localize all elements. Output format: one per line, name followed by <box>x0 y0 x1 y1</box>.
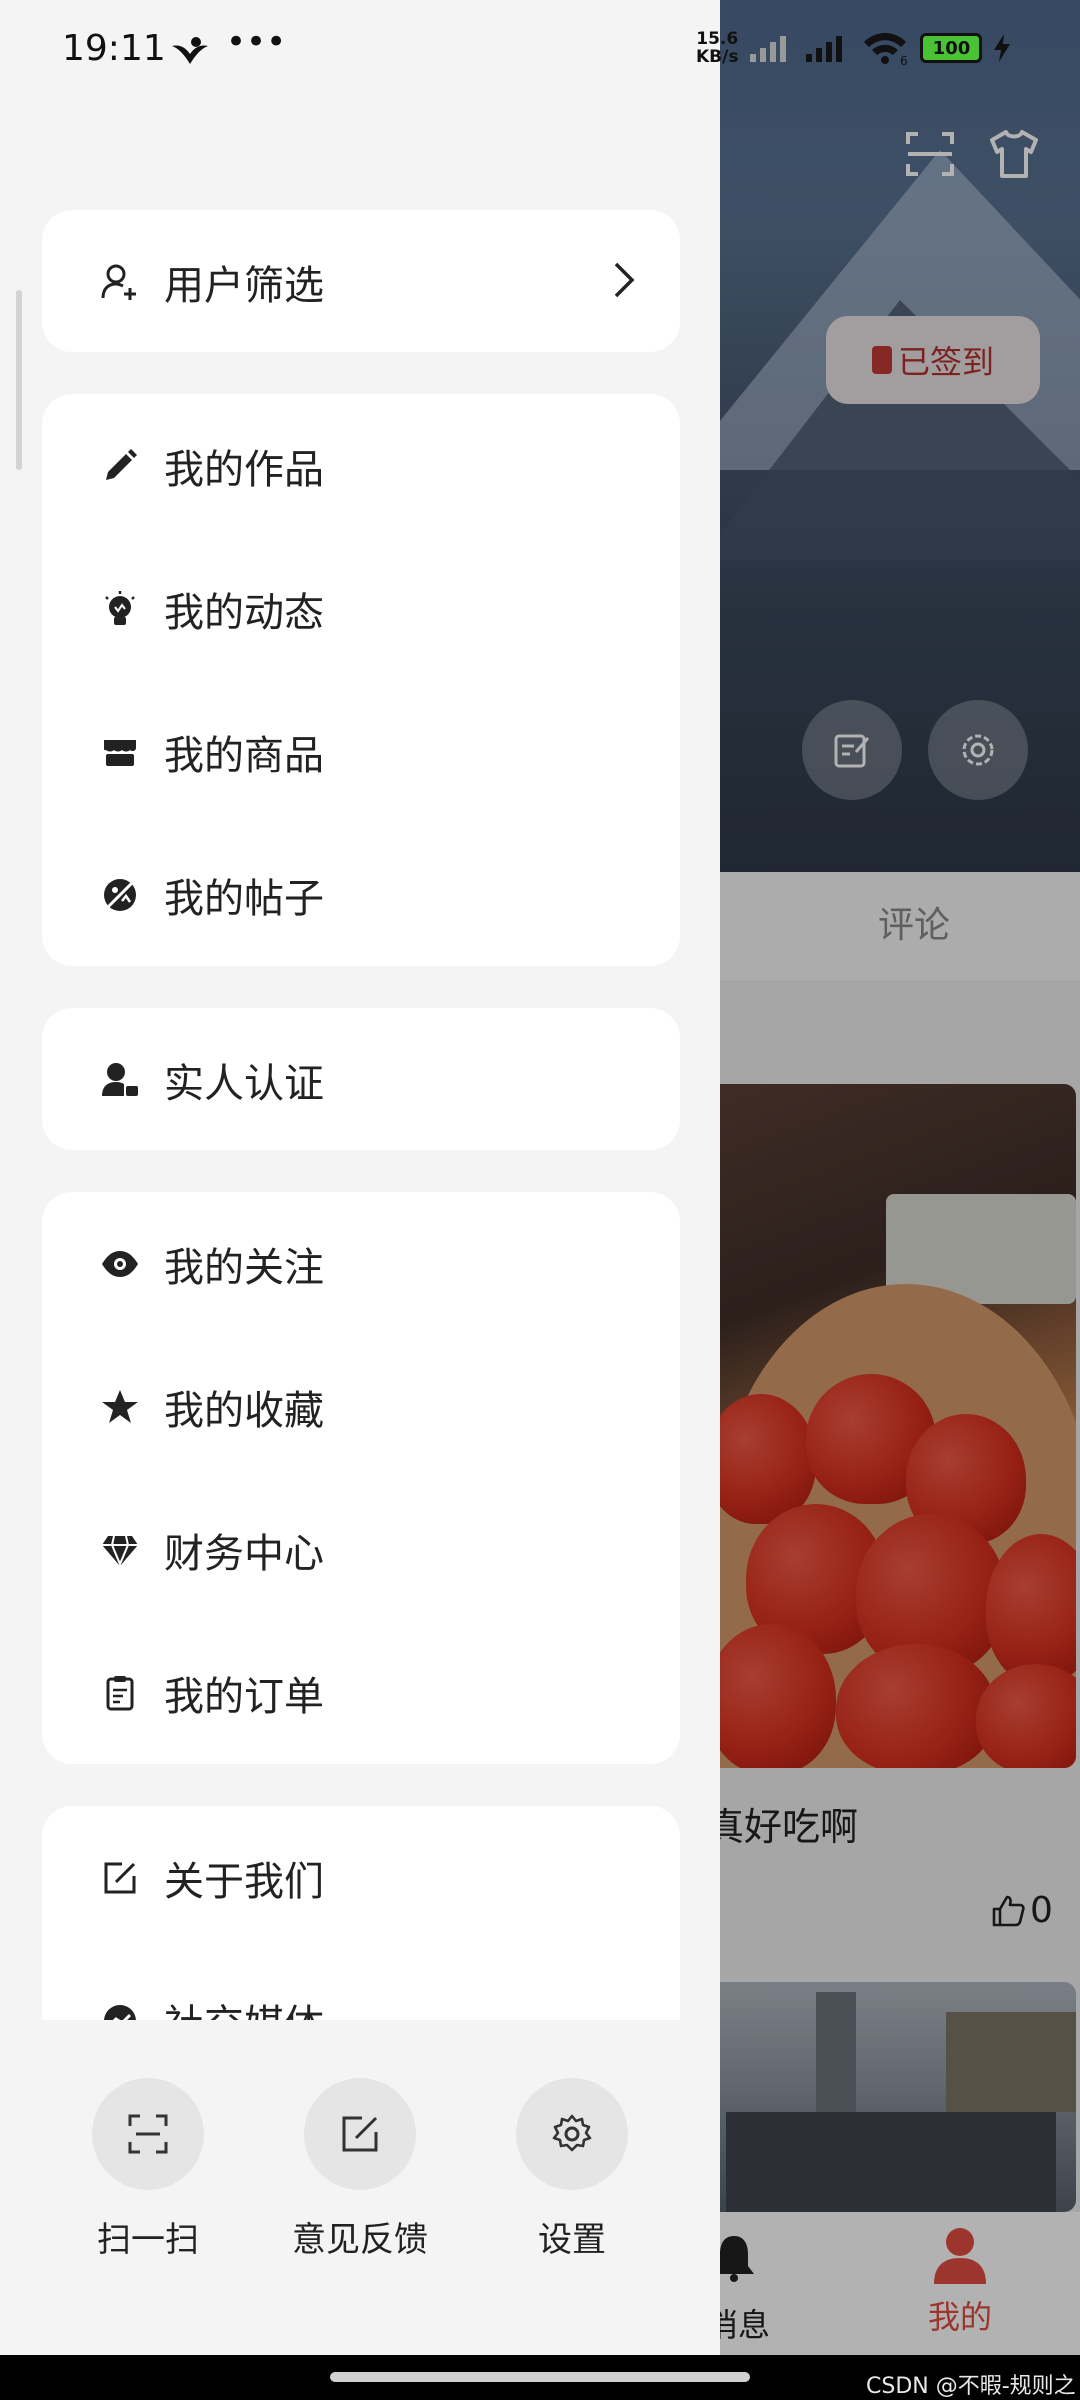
feedback-icon <box>304 2078 416 2190</box>
signal-sim1-icon <box>750 36 787 62</box>
edit-square-icon <box>92 1850 148 1906</box>
menu-label: 我的收藏 <box>164 1387 324 1434</box>
battery-indicator: 100 <box>920 33 983 63</box>
star-icon <box>92 1379 148 1435</box>
clipboard-icon <box>92 1665 148 1721</box>
card-my-assets: 我的关注 我的收藏 财务中心 我的订单 <box>42 1192 680 1764</box>
menu-item-my-posts[interactable]: 我的帖子 <box>42 823 680 966</box>
menu-item-my-products[interactable]: 我的商品 <box>42 680 680 823</box>
menu-item-about-us[interactable]: 关于我们 <box>42 1806 680 1949</box>
scan-icon <box>92 2078 204 2190</box>
watermark: CSDN @不暇-规则之树 <box>866 2374 1076 2399</box>
drawer-bottom-actions: 扫一扫 意见反馈 设置 <box>0 2020 720 2320</box>
menu-label: 我的作品 <box>164 446 324 493</box>
feedback-button[interactable]: 意见反馈 <box>270 2078 450 2261</box>
menu-label: 用户筛选 <box>164 262 324 309</box>
feedback-label: 意见反馈 <box>292 2220 428 2260</box>
user-verified-icon <box>92 1052 148 1108</box>
home-gesture-handle[interactable] <box>330 2372 750 2382</box>
gear-icon <box>516 2078 628 2190</box>
menu-label: 关于我们 <box>164 1858 324 1905</box>
menu-label: 实人认证 <box>164 1060 324 1107</box>
network-speed: 15.6 KB/s <box>696 29 739 67</box>
diamond-icon <box>92 1522 148 1578</box>
card-user-filter: 用户筛选 <box>42 210 680 352</box>
menu-item-user-filter[interactable]: 用户筛选 <box>42 210 680 353</box>
lightbulb-icon <box>92 581 148 637</box>
menu-item-my-activity[interactable]: 我的动态 <box>42 537 680 680</box>
scan-label: 扫一扫 <box>97 2220 199 2260</box>
menu-label: 财务中心 <box>164 1530 324 1577</box>
card-verification: 实人认证 <box>42 1008 680 1150</box>
status-indicators: 15.6 KB/s 6 100 <box>696 30 1012 66</box>
charging-icon <box>994 34 1011 62</box>
no-image-icon <box>92 867 148 923</box>
menu-label: 社交媒体 <box>164 1992 324 2021</box>
menu-item-my-orders[interactable]: 我的订单 <box>42 1621 680 1764</box>
chevron-right-icon <box>614 262 635 298</box>
navigation-drawer: 用户筛选 我的作品 我的动态 我的商品 我的帖子 实人认证 我的关注 我的收藏 … <box>0 0 720 2355</box>
wifi-icon: 6 <box>864 33 908 66</box>
menu-item-my-favorites[interactable]: 我的收藏 <box>42 1335 680 1478</box>
menu-item-my-works[interactable]: 我的作品 <box>42 394 680 537</box>
menu-item-social-media[interactable]: 社交媒体 <box>42 1949 680 2020</box>
menu-label: 我的商品 <box>164 732 324 779</box>
app-notification-icon <box>172 37 208 64</box>
menu-label: 我的帖子 <box>164 875 324 922</box>
status-time: 19:11 <box>62 28 166 69</box>
menu-label: 我的动态 <box>164 589 324 636</box>
settings-button[interactable]: 设置 <box>482 2078 662 2261</box>
drawer-menu-list: 用户筛选 我的作品 我的动态 我的商品 我的帖子 实人认证 我的关注 我的收藏 … <box>0 200 720 2020</box>
pencil-icon <box>92 438 148 494</box>
svg-text:6: 6 <box>900 54 908 66</box>
settings-label: 设置 <box>538 2220 606 2260</box>
card-about: 关于我们 社交媒体 <box>42 1806 680 2020</box>
scan-button[interactable]: 扫一扫 <box>58 2078 238 2261</box>
more-notifications-icon: ••• <box>226 22 287 62</box>
user-add-icon <box>92 254 148 310</box>
status-bar: 19:11 ••• 15.6 KB/s 6 100 <box>0 0 1080 104</box>
signal-sim2-icon <box>806 36 843 62</box>
eye-icon <box>92 1236 148 1292</box>
menu-label: 我的订单 <box>164 1673 324 1720</box>
menu-item-my-following[interactable]: 我的关注 <box>42 1192 680 1335</box>
menu-item-finance-center[interactable]: 财务中心 <box>42 1478 680 1621</box>
menu-label: 我的关注 <box>164 1244 324 1291</box>
social-icon <box>92 1993 148 2020</box>
card-my-content: 我的作品 我的动态 我的商品 我的帖子 <box>42 394 680 966</box>
menu-item-real-name-verification[interactable]: 实人认证 <box>42 1008 680 1151</box>
store-icon <box>92 724 148 780</box>
